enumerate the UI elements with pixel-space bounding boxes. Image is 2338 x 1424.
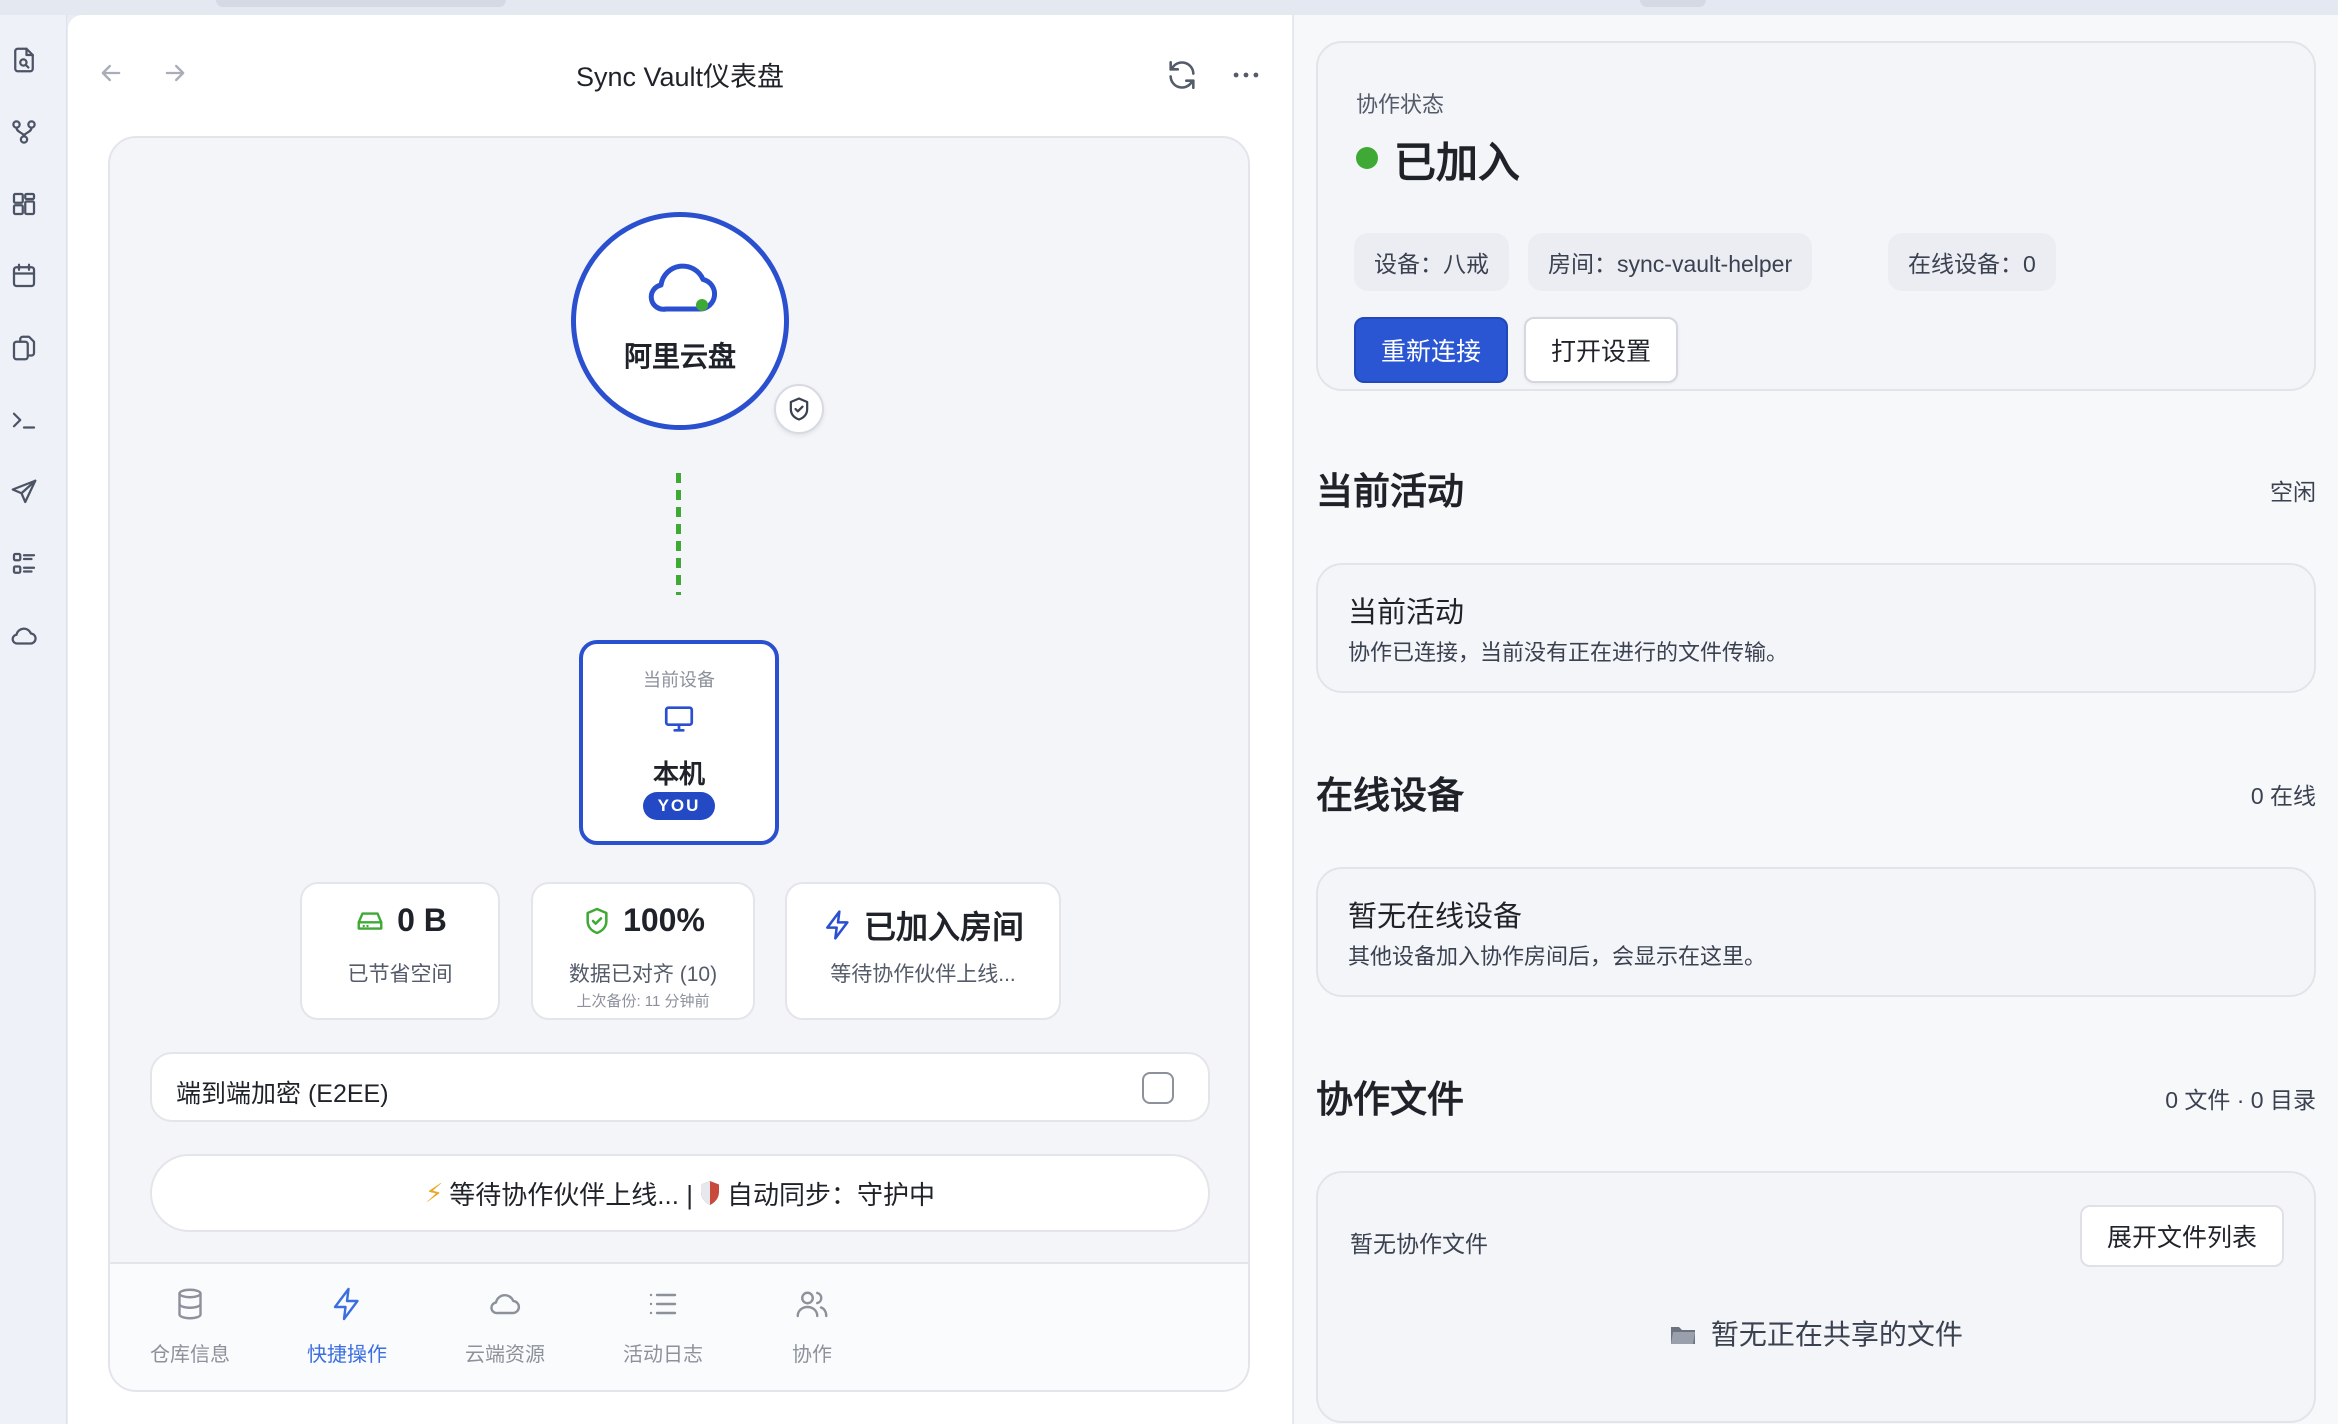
bottom-nav-label: 活动日志 [623,1344,703,1366]
stat-room-status: 已加入房间 等待协作伙伴上线... [785,882,1061,1020]
section-title-online-devices: 在线设备 [1316,775,1464,816]
stat-saved-space: 0 B 已节省空间 [300,882,500,1020]
activity-status: 空闲 [2270,479,2316,505]
current-device-node[interactable]: 当前设备 本机 YOU [579,640,779,845]
bottom-nav-label: 仓库信息 [150,1344,230,1366]
tab-handle[interactable] [1640,0,1706,7]
bottom-nav-label: 快捷操作 [307,1344,387,1366]
e2ee-checkbox[interactable] [1142,1072,1174,1104]
collab-panel: 协作状态 已加入 设备：八戒 房间：sync-vault-helper 在线设备… [1293,15,2338,1424]
online-devices-card-title: 暂无在线设备 [1348,901,1523,933]
status-dot [1356,147,1378,169]
file-search-icon[interactable] [6,42,42,78]
expand-file-list-button[interactable]: 展开文件列表 [2080,1205,2284,1267]
saved-space-value: 0 B [397,902,447,938]
cloud-icon [646,255,724,321]
cloud-icon[interactable] [6,618,42,654]
device-caption: 当前设备 [643,670,715,690]
you-badge: YOU [643,792,715,820]
send-icon[interactable] [6,474,42,510]
shield-check-icon [581,905,613,937]
e2ee-toggle-row[interactable]: 端到端加密 (E2EE) [150,1052,1210,1122]
layout-grid-icon[interactable] [6,186,42,222]
e2ee-label: 端到端加密 (E2EE) [176,1080,389,1108]
lightning-icon [329,1286,365,1322]
hard-drive-icon [353,906,387,936]
collab-status-value: 已加入 [1394,139,1521,186]
top-tab-strip [0,0,2338,15]
section-title-collab-files: 协作文件 [1316,1079,1464,1120]
users-icon [794,1286,830,1322]
aligned-value: 100% [623,902,705,938]
more-options-icon[interactable] [1226,55,1266,95]
status-waiting-text: 等待协作伙伴上线... | [449,1179,693,1210]
git-branch-icon[interactable] [6,114,42,150]
list-icon [645,1286,681,1322]
calendar-icon[interactable] [6,258,42,294]
device-name: 本机 [652,759,705,789]
stat-data-aligned: 100% 数据已对齐 (10) 上次备份: 11 分钟前 [531,882,755,1020]
open-settings-button[interactable]: 打开设置 [1524,317,1678,383]
collab-files-card: 暂无协作文件 展开文件列表 暂无正在共享的文件 [1316,1171,2316,1423]
activity-card: 当前活动 协作已连接，当前没有正在进行的文件传输。 [1316,563,2316,693]
refresh-icon[interactable] [1162,55,1202,95]
online-devices-card-desc: 其他设备加入协作房间后，会显示在这里。 [1348,944,1767,969]
online-dot [696,299,708,311]
page-title: Sync Vault仪表盘 [575,62,785,92]
online-devices-card: 暂无在线设备 其他设备加入协作房间后，会显示在这里。 [1316,867,2316,997]
lightning-icon [822,908,854,942]
reconnect-button[interactable]: 重新连接 [1354,317,1508,383]
no-shared-files-text: 暂无正在共享的文件 [1710,1319,1963,1350]
folder-icon [1669,1323,1697,1347]
last-backup-note: 上次备份: 11 分钟前 [576,993,710,1010]
connection-line [676,473,681,595]
no-shared-files: 暂无正在共享的文件 [1318,1313,2314,1353]
device-chip: 设备：八戒 [1354,233,1509,291]
lightning-icon: ⚡ [425,1177,444,1208]
bottom-nav-repo-info[interactable]: 仓库信息 [110,1286,270,1376]
left-ribbon [0,15,67,1424]
bottom-nav-collab[interactable]: 协作 [732,1286,892,1376]
tab-handle[interactable] [216,0,506,7]
cloud-provider-name: 阿里云盘 [623,341,736,372]
activity-card-title: 当前活动 [1348,597,1465,629]
copy-files-icon[interactable] [6,330,42,366]
saved-space-label: 已节省空间 [347,963,453,986]
terminal-icon[interactable] [6,402,42,438]
section-title-activity: 当前活动 [1316,471,1464,512]
bottom-nav-cloud-resources[interactable]: 云端资源 [425,1286,585,1376]
cloud-provider-node[interactable]: 阿里云盘 [571,212,789,430]
room-status-label: 等待协作伙伴上线... [830,963,1016,986]
bottom-nav-label: 协作 [792,1344,832,1366]
activity-card-desc: 协作已连接，当前没有正在进行的文件传输。 [1348,640,1789,665]
sync-status-bar: ⚡ 等待协作伙伴上线... | 自动同步：守护中 [150,1154,1210,1232]
vault-overview-card: 阿里云盘 当前设备 本机 YOU 0 B 已节省空间 100% 数据已对齐 (1… [108,136,1250,1392]
collab-status-card: 协作状态 已加入 设备：八戒 房间：sync-vault-helper 在线设备… [1316,41,2316,391]
collab-status-label: 协作状态 [1356,92,1445,117]
collab-files-empty-label: 暂无协作文件 [1350,1231,1488,1257]
bottom-nav-quick-actions[interactable]: 快捷操作 [267,1286,427,1376]
room-chip: 房间：sync-vault-helper [1528,233,1813,291]
dashboard-pane: Sync Vault仪表盘 阿里云盘 当前设备 本机 YOU 0 B 已节省空间… [68,15,1292,1424]
database-icon [172,1286,208,1322]
room-status-value: 已加入房间 [863,909,1024,945]
shield-check-icon [774,384,824,434]
aligned-label: 数据已对齐 (10) [568,963,718,986]
cloud-icon [487,1286,523,1322]
monitor-icon [661,702,697,736]
list-icon[interactable] [6,546,42,582]
online-count-chip: 在线设备：0 [1888,233,2056,291]
collab-files-count: 0 文件 · 0 目录 [2165,1087,2316,1113]
bottom-nav-label: 云端资源 [465,1344,545,1366]
status-autosync-text: 自动同步：守护中 [726,1179,935,1210]
online-devices-count: 0 在线 [2250,783,2316,809]
bottom-nav-activity-log[interactable]: 活动日志 [583,1286,743,1376]
bottom-nav-bar: 仓库信息 快捷操作 云端资源 活动日志 协作 [110,1262,1248,1390]
shield-emoji-icon [699,1180,721,1206]
